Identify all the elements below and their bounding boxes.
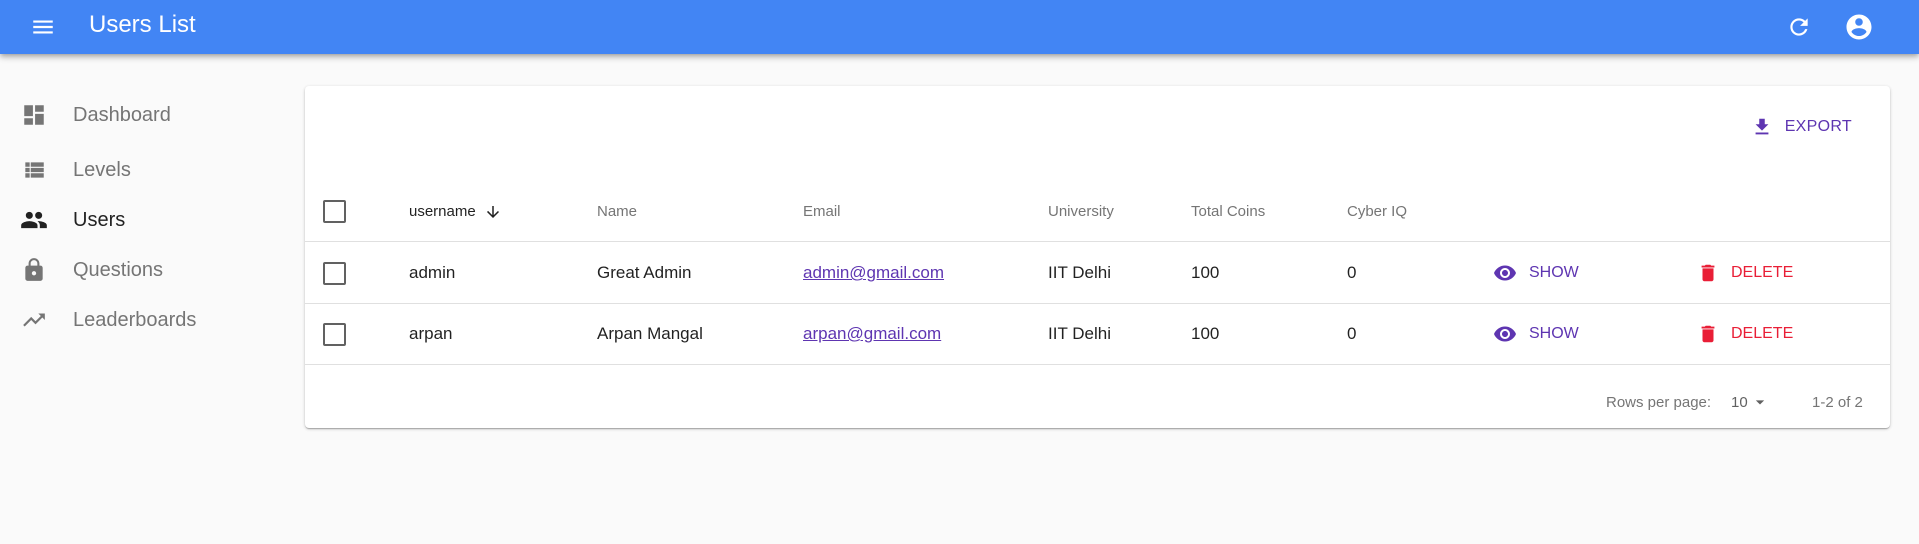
export-label: EXPORT xyxy=(1784,118,1852,135)
row-checkbox[interactable] xyxy=(323,261,346,285)
download-icon xyxy=(1751,116,1773,138)
column-header-name[interactable]: Name xyxy=(597,182,637,241)
account-circle-icon[interactable] xyxy=(1842,10,1876,44)
email-cell: admin@gmail.com xyxy=(803,243,944,303)
show-label: SHOW xyxy=(1529,325,1579,342)
row-checkbox[interactable] xyxy=(323,322,346,346)
sidebar-item-questions[interactable]: Questions xyxy=(0,245,290,295)
show-label: SHOW xyxy=(1529,264,1579,281)
people-icon xyxy=(20,206,48,234)
sidebar: Dashboard Levels Users Questions Leaderb… xyxy=(0,90,290,340)
username-cell: arpan xyxy=(409,324,453,343)
dashboard-icon xyxy=(20,101,48,129)
sidebar-item-dashboard[interactable]: Dashboard xyxy=(0,90,290,140)
sidebar-item-label: Leaderboards xyxy=(73,308,197,331)
list-icon xyxy=(20,156,48,184)
cyber-iq-cell: 0 xyxy=(1347,324,1357,343)
cyber-iq-cell: 0 xyxy=(1347,263,1357,282)
show-button[interactable]: SHOW xyxy=(1493,261,1579,285)
row-select-cell xyxy=(323,304,346,364)
sidebar-item-label: Dashboard xyxy=(73,103,171,126)
lock-icon xyxy=(20,256,48,284)
column-header-cyber-iq[interactable]: Cyber IQ xyxy=(1347,182,1407,241)
rows-per-page-value: 10 xyxy=(1731,393,1748,411)
show-cell: SHOW xyxy=(1493,243,1579,303)
pagination-range: 1-2 of 2 xyxy=(1812,393,1863,411)
email-link[interactable]: arpan@gmail.com xyxy=(803,324,941,344)
users-list-card: EXPORT username Name Email University To… xyxy=(305,86,1890,428)
page-title: Users List xyxy=(89,11,196,38)
table-row[interactable]: admin Great Admin admin@gmail.com IIT De… xyxy=(305,243,1890,304)
delete-cell: DELETE xyxy=(1697,243,1793,303)
pagination: Rows per page: 10 1-2 of 2 xyxy=(305,376,1890,428)
sidebar-item-label: Users xyxy=(73,208,126,231)
arrow-down-icon xyxy=(484,203,502,221)
show-button[interactable]: SHOW xyxy=(1493,322,1579,346)
delete-button[interactable]: DELETE xyxy=(1697,262,1793,284)
trending-up-icon xyxy=(20,306,48,334)
trash-icon xyxy=(1697,262,1719,284)
username-cell: admin xyxy=(409,263,456,282)
refresh-icon[interactable] xyxy=(1782,10,1816,44)
university-cell: IIT Delhi xyxy=(1048,324,1111,343)
select-all-cell xyxy=(323,182,346,241)
column-label: username xyxy=(409,203,476,220)
trash-icon xyxy=(1697,323,1719,345)
app-bar: Users List xyxy=(0,0,1919,54)
sidebar-item-label: Levels xyxy=(73,158,131,181)
delete-button[interactable]: DELETE xyxy=(1697,323,1793,345)
total-coins-cell: 100 xyxy=(1191,263,1220,282)
row-select-cell xyxy=(323,243,346,303)
total-coins-cell: 100 xyxy=(1191,324,1220,343)
arrow-drop-down-icon xyxy=(1750,392,1770,412)
column-header-email[interactable]: Email xyxy=(803,182,841,241)
column-header-username[interactable]: username xyxy=(409,182,502,241)
eye-icon xyxy=(1493,261,1517,285)
show-cell: SHOW xyxy=(1493,304,1579,364)
email-cell: arpan@gmail.com xyxy=(803,304,941,364)
table-header-row: username Name Email University Total Coi… xyxy=(305,182,1890,242)
table-row[interactable]: arpan Arpan Mangal arpan@gmail.com IIT D… xyxy=(305,304,1890,365)
delete-label: DELETE xyxy=(1731,325,1794,342)
university-cell: IIT Delhi xyxy=(1048,263,1111,282)
eye-icon xyxy=(1493,322,1517,346)
sidebar-item-leaderboards[interactable]: Leaderboards xyxy=(0,295,290,345)
delete-cell: DELETE xyxy=(1697,304,1793,364)
delete-label: DELETE xyxy=(1731,264,1794,281)
rows-per-page-select[interactable]: 10 xyxy=(1731,376,1770,428)
column-header-university[interactable]: University xyxy=(1048,182,1114,241)
sidebar-item-label: Questions xyxy=(73,258,164,281)
sidebar-item-users[interactable]: Users xyxy=(0,195,290,245)
email-link[interactable]: admin@gmail.com xyxy=(803,263,944,283)
name-cell: Arpan Mangal xyxy=(597,324,703,343)
export-button[interactable]: EXPORT xyxy=(1751,112,1852,142)
rows-per-page-label: Rows per page: xyxy=(1606,393,1712,411)
menu-icon[interactable] xyxy=(24,10,62,44)
name-cell: Great Admin xyxy=(597,263,692,282)
select-all-checkbox[interactable] xyxy=(323,200,346,223)
sidebar-item-levels[interactable]: Levels xyxy=(0,145,290,195)
column-header-total-coins[interactable]: Total Coins xyxy=(1191,182,1265,241)
